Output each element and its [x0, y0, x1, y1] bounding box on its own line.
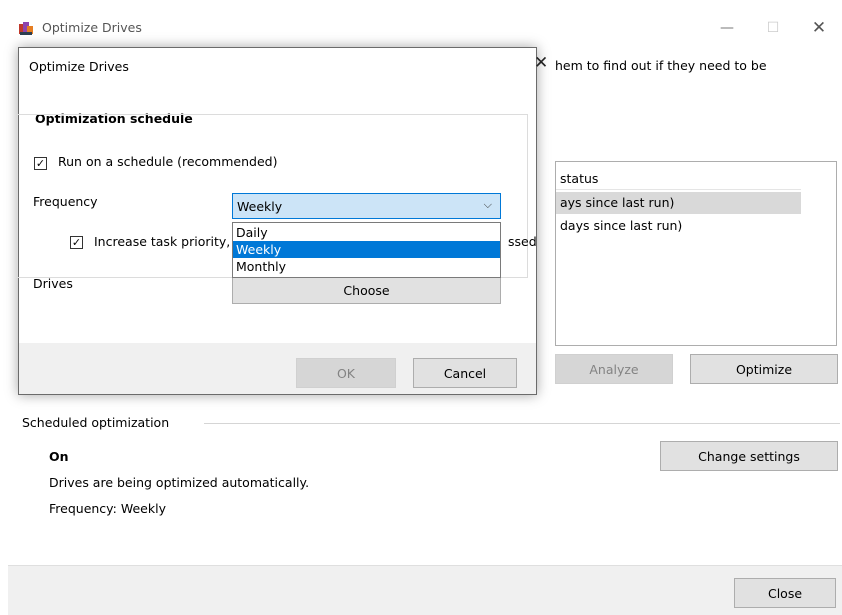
list-item[interactable]: ays since last run)	[556, 192, 801, 214]
analyze-button[interactable]: Analyze	[555, 354, 673, 384]
frequency-label: Frequency	[33, 194, 98, 209]
drive-list[interactable]: status ays since last run) days since la…	[555, 161, 837, 346]
section-divider	[204, 423, 840, 424]
frequency-value: Weekly	[237, 199, 283, 214]
drives-label: Drives	[33, 276, 73, 291]
cancel-button[interactable]: Cancel	[413, 358, 517, 388]
choose-button[interactable]: Choose	[232, 276, 501, 304]
option-weekly[interactable]: Weekly	[233, 241, 500, 258]
column-header-status[interactable]: status	[556, 162, 801, 190]
window-close-button[interactable]: ✕	[796, 8, 842, 48]
footer-bar	[8, 565, 842, 615]
increase-priority-label-tail: ssed	[508, 234, 537, 249]
optimize-button[interactable]: Optimize	[690, 354, 838, 384]
frequency-dropdown[interactable]: Weekly ⌵	[232, 193, 501, 219]
option-monthly[interactable]: Monthly	[233, 258, 500, 275]
schedule-description: Drives are being optimized automatically…	[49, 475, 310, 490]
description-text: hem to find out if they need to be	[555, 58, 767, 73]
increase-priority-checkbox[interactable]: ✓	[70, 236, 83, 249]
chevron-down-icon: ⌵	[483, 198, 492, 211]
frequency-options-list[interactable]: Daily Weekly Monthly	[232, 222, 501, 278]
list-item[interactable]: days since last run)	[556, 215, 801, 237]
minimize-button[interactable]: —	[704, 8, 750, 48]
scheduled-optimization-label: Scheduled optimization	[22, 415, 170, 430]
defrag-icon	[19, 22, 33, 35]
change-settings-button[interactable]: Change settings	[660, 441, 838, 471]
schedule-status: On	[49, 449, 69, 464]
dialog-title: Optimize Drives	[29, 59, 129, 74]
option-daily[interactable]: Daily	[233, 224, 500, 241]
ok-button[interactable]: OK	[296, 358, 396, 388]
title-bar: Optimize Drives — ☐ ✕	[8, 8, 842, 48]
increase-priority-label[interactable]: Increase task priority,	[94, 234, 230, 249]
run-on-schedule-checkbox[interactable]: ✓	[34, 157, 47, 170]
window-title: Optimize Drives	[42, 20, 142, 35]
maximize-button[interactable]: ☐	[750, 8, 796, 48]
dialog-close-icon[interactable]: ✕	[534, 53, 548, 73]
run-on-schedule-label[interactable]: Run on a schedule (recommended)	[56, 154, 282, 169]
close-button[interactable]: Close	[734, 578, 836, 608]
schedule-frequency: Frequency: Weekly	[49, 501, 166, 516]
